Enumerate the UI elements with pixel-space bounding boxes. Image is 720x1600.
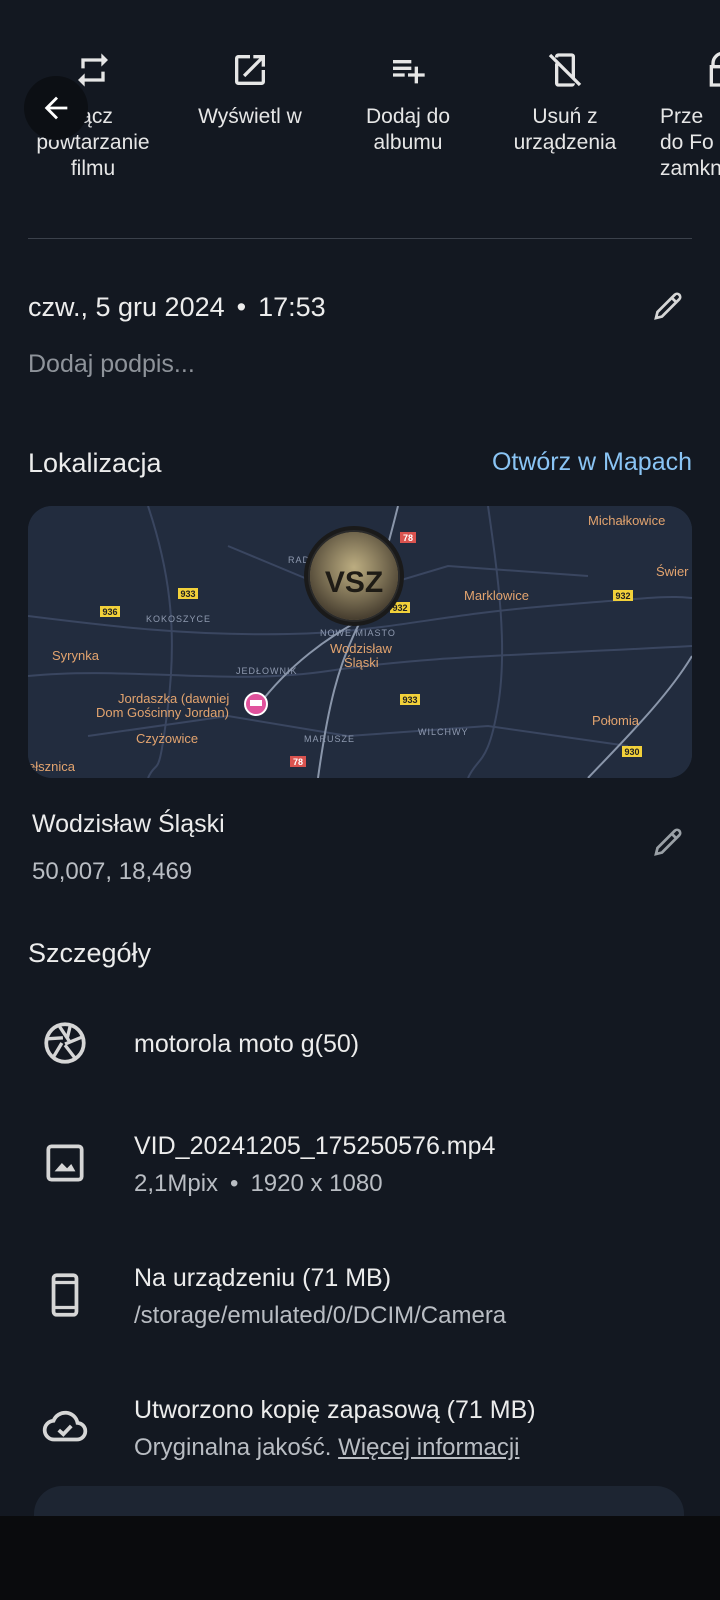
action-label: Prze do Fo zamkn [660, 105, 720, 180]
edit-date-button[interactable] [650, 288, 690, 328]
map-canvas: 78 933 936 932 932 933 78 930 Michałkowi… [28, 506, 692, 778]
caption-input[interactable] [28, 350, 588, 379]
action-row: rącz powtarzanie filmu Wyświetl w Dodaj … [0, 40, 720, 200]
backup-quality-text: Oryginalna jakość. [134, 1434, 332, 1461]
map-label: KOKOSZYCE [146, 614, 211, 624]
repeat-icon [78, 53, 108, 87]
file-name: VID_20241205_175250576.mp4 [134, 1132, 496, 1160]
separator-dot: • [230, 1170, 239, 1197]
details-title: Szczegóły [28, 938, 152, 968]
camera-shutter-icon [44, 1022, 86, 1064]
road-badge: 932 [615, 591, 630, 601]
map-label: ełsznica [28, 759, 76, 774]
map-label: Wodzisław [330, 641, 393, 656]
action-label: Wyświetl w [198, 105, 302, 128]
road-badge: 930 [624, 747, 639, 757]
road-badge: 933 [402, 695, 417, 705]
action-label: Dodaj do albumu [365, 105, 451, 154]
road-badge: 78 [293, 757, 303, 767]
road-badge: 936 [102, 607, 117, 617]
divider [28, 238, 692, 239]
map-label: Połomia [592, 713, 640, 728]
open-in-maps-link[interactable]: Otwórz w Mapach [492, 448, 692, 477]
more-info-link[interactable]: Więcej informacji [338, 1434, 519, 1461]
arrow-back-icon [44, 96, 68, 120]
pencil-icon [654, 828, 682, 856]
date-text: czw., 5 gru 2024 [28, 292, 225, 322]
hotel-pin-icon [244, 692, 268, 716]
storage-title: Na urządzeniu (71 MB) [134, 1264, 392, 1292]
backup-title: Utworzono kopię zapasową (71 MB) [134, 1396, 536, 1424]
date-time: czw., 5 gru 2024 • 17:53 [28, 292, 326, 323]
edit-location-button[interactable] [650, 824, 690, 864]
map-label: Jordaszka (dawniej [118, 691, 229, 706]
location-map[interactable]: 78 933 936 932 932 933 78 930 Michałkowi… [28, 506, 692, 778]
map-label: Syrynka [52, 648, 100, 663]
backup-quality: Oryginalna jakość. Więcej informacji [134, 1434, 519, 1462]
mobile-off-icon [548, 53, 582, 87]
road-badge: 933 [180, 589, 195, 599]
map-label: Czyżowice [136, 731, 198, 746]
open-in-button[interactable]: Wyświetl w [175, 40, 325, 130]
image-icon [46, 1144, 84, 1182]
map-label: Śląski [344, 655, 379, 670]
map-label: Michałkowice [588, 513, 665, 528]
pencil-icon [654, 292, 682, 320]
move-to-locked-folder-button[interactable]: Prze do Fo zamkn [648, 40, 720, 182]
system-nav-bar [0, 1516, 720, 1600]
map-label: WILCHWY [418, 727, 469, 737]
time-text: 17:53 [258, 292, 326, 322]
open-in-new-icon [235, 55, 265, 85]
map-label: Marklowice [464, 588, 529, 603]
playlist-add-icon [393, 60, 425, 84]
road-badge: 78 [403, 533, 413, 543]
place-name: Wodzisław Śląski [32, 810, 225, 838]
map-label: VSZ [325, 566, 383, 599]
cloud-done-icon [42, 1410, 88, 1442]
map-label: MARUSZE [304, 734, 355, 744]
delete-from-device-button[interactable]: Usuń z urządzenia [490, 40, 640, 156]
map-label: Dom Gościnny Jordan) [96, 705, 229, 720]
phone-icon [51, 1273, 79, 1317]
back-button[interactable] [24, 76, 88, 140]
photo-marker: VSZ [304, 526, 404, 626]
add-to-album-button[interactable]: Dodaj do albumu [333, 40, 483, 156]
map-label: NOWE MIASTO [320, 628, 396, 638]
map-label: JEDŁOWNIK [236, 666, 298, 676]
action-label: Usuń z urządzenia [513, 105, 617, 154]
storage-path: /storage/emulated/0/DCIM/Camera [134, 1302, 507, 1329]
place-coordinates: 50,007, 18,469 [32, 858, 193, 885]
location-title: Lokalizacja [28, 448, 162, 478]
separator-dot: • [236, 292, 247, 322]
lock-folder-icon [709, 52, 720, 87]
file-mpix: 2,1Mpix [134, 1170, 219, 1197]
file-meta: 2,1Mpix • 1920 x 1080 [134, 1170, 383, 1198]
camera-model: motorola moto g(50) [134, 1030, 360, 1058]
map-label: Świer [656, 564, 689, 579]
file-resolution: 1920 x 1080 [250, 1170, 383, 1197]
